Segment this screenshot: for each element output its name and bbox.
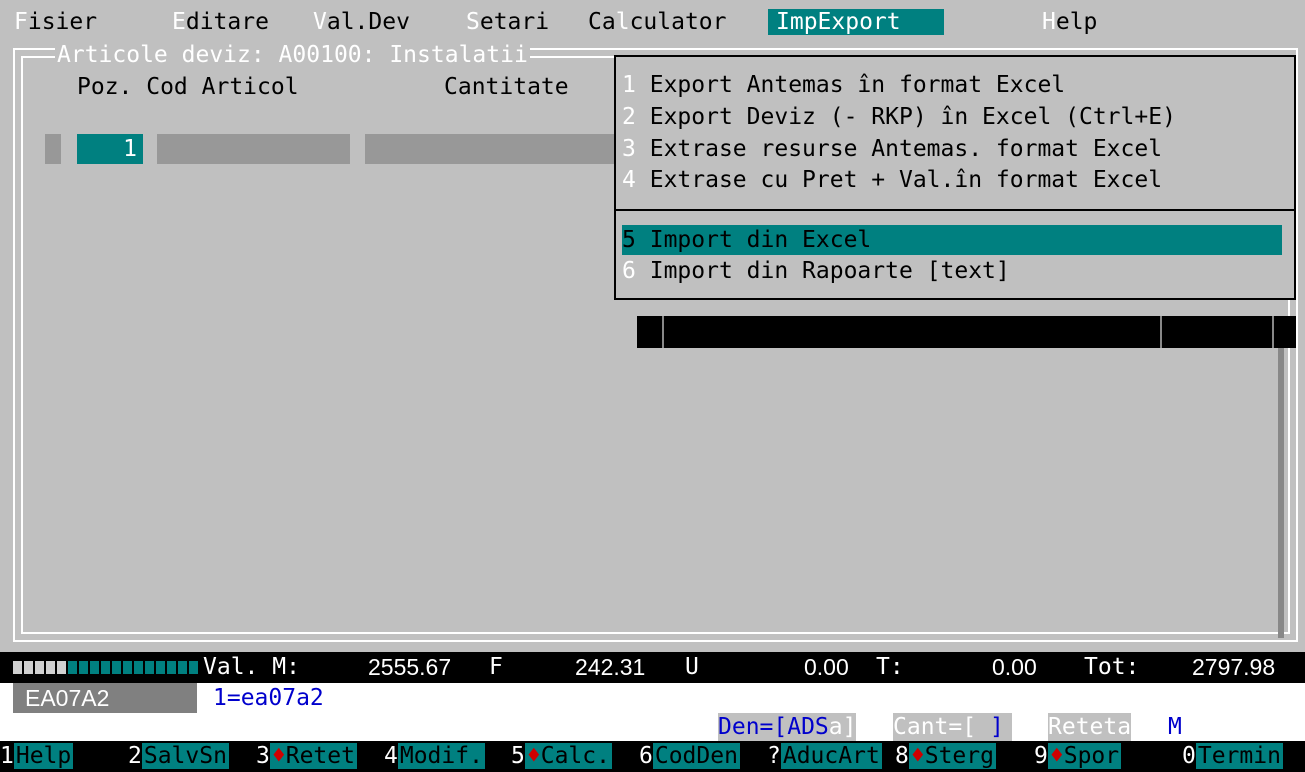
val-m-label: Val. M:: [203, 654, 300, 680]
progress-block: [79, 661, 88, 674]
header-cantitate: Cantitate: [444, 74, 569, 100]
fkey-spor[interactable]: 9♦Spor: [1034, 741, 1122, 772]
menu-calculator[interactable]: Calculator: [580, 9, 735, 35]
menu-item-export-antemas[interactable]: 1 Export Antemas în format Excel: [622, 70, 1282, 100]
progress-block: [178, 661, 187, 674]
fkey-codden[interactable]: 6CodDen: [639, 741, 740, 772]
menu-item-export-deviz[interactable]: 2 Export Deviz (- RKP) în Excel (Ctrl+E): [622, 102, 1282, 132]
progress-block: [145, 661, 154, 674]
column-header-bar: [637, 316, 1296, 348]
diamond-icon: ♦: [526, 743, 541, 769]
cant-filter[interactable]: Cant=[ ]: [893, 713, 1012, 741]
progress-block: [134, 661, 143, 674]
menu-help[interactable]: Help: [1034, 9, 1105, 35]
article-code-box[interactable]: EA07A2: [13, 683, 197, 713]
u-value: 0.00: [804, 654, 849, 680]
menu-impexport[interactable]: ImpExport: [768, 9, 944, 35]
progress-block: [167, 661, 176, 674]
m-value: 2555.67: [368, 654, 452, 680]
fkey-salvsn[interactable]: 2SalvSn: [128, 741, 229, 772]
article-code-value: 1=ea07a2: [213, 685, 324, 711]
row-cantitate-cell[interactable]: [365, 134, 615, 164]
menu-item-extrase-resurse[interactable]: 3 Extrase resurse Antemas. format Excel: [622, 134, 1282, 164]
menu-valdev[interactable]: Val.Dev: [305, 9, 418, 35]
f-value: 242.31: [575, 654, 646, 680]
fkey-help[interactable]: 1Help: [0, 741, 74, 772]
reteta-filter[interactable]: Reteta: [1048, 713, 1132, 741]
t-value: 0.00: [992, 654, 1037, 680]
menu-setari[interactable]: Setari: [458, 9, 557, 35]
progress-block: [24, 661, 33, 674]
progress-block: [57, 661, 66, 674]
scrollbar-track[interactable]: [1278, 348, 1284, 638]
header-poz-cod-articol: Poz. Cod Articol: [77, 74, 299, 100]
progress-block: [123, 661, 132, 674]
diamond-icon: ♦: [910, 743, 925, 769]
row-poz-cell[interactable]: 1: [77, 134, 143, 164]
progress-block: [68, 661, 77, 674]
progress-block: [189, 661, 198, 674]
progress-block: [101, 661, 110, 674]
f-label: F: [489, 654, 503, 680]
menu-bar: Fisier Editare Val.Dev Setari Calculator…: [0, 0, 1305, 36]
function-key-bar: 1Help 2SalvSn 3♦Retet 4Modif. 5♦Calc. 6C…: [0, 741, 1305, 772]
progress-block: [13, 661, 22, 674]
menu-item-import-rapoarte[interactable]: 6 Import din Rapoarte [text]: [622, 256, 1282, 286]
dos-screen: Fisier Editare Val.Dev Setari Calculator…: [0, 0, 1305, 772]
impexport-dropdown-menu: 1 Export Antemas în format Excel 2 Expor…: [614, 55, 1296, 300]
den-filter[interactable]: Den=[ADSa]: [718, 713, 857, 741]
menu-item-import-excel[interactable]: 5 Import din Excel: [622, 225, 1282, 255]
fkey-sterg[interactable]: 8♦Sterg: [895, 741, 996, 772]
tot-value: 2797.98: [1192, 654, 1276, 680]
window-title: Articole deviz: A00100: Instalatii: [55, 42, 530, 68]
menu-editare[interactable]: Editare: [164, 9, 277, 35]
row-cod-articol-cell[interactable]: [157, 134, 350, 164]
progress-block: [156, 661, 165, 674]
bar-divider: [662, 316, 664, 348]
progress-block: [112, 661, 121, 674]
m-indicator: M: [1168, 714, 1182, 740]
tot-label: Tot:: [1084, 654, 1140, 680]
search-info-line: Den=[ADSa] Cant=[ ] Reteta M: [0, 713, 1305, 741]
bar-divider: [1272, 316, 1274, 348]
fkey-calc[interactable]: 5♦Calc.: [511, 741, 612, 772]
progress-block: [35, 661, 44, 674]
u-label: U: [685, 654, 699, 680]
fkey-termin[interactable]: 0Termin: [1182, 741, 1283, 772]
totals-status-line: Val. M: 2555.67 F 242.31 U 0.00 T: 0.00 …: [0, 652, 1305, 683]
fkey-modif[interactable]: 4Modif.: [384, 741, 485, 772]
menu-item-extrase-pret[interactable]: 4 Extrase cu Pret + Val.în format Excel: [622, 165, 1282, 195]
t-label: T:: [876, 654, 904, 680]
fkey-aducart[interactable]: ?AducArt: [767, 741, 882, 772]
diamond-icon: ♦: [271, 743, 286, 769]
article-code-line: EA07A2 1=ea07a2: [0, 683, 1305, 713]
row-marker: [45, 134, 61, 164]
progress-block: [90, 661, 99, 674]
menu-separator: [616, 209, 1294, 211]
progress-block: [46, 661, 55, 674]
fkey-retet[interactable]: 3♦Retet: [256, 741, 357, 772]
diamond-icon: ♦: [1049, 743, 1064, 769]
bar-divider: [1160, 316, 1162, 348]
menu-fisier[interactable]: Fisier: [6, 9, 105, 35]
